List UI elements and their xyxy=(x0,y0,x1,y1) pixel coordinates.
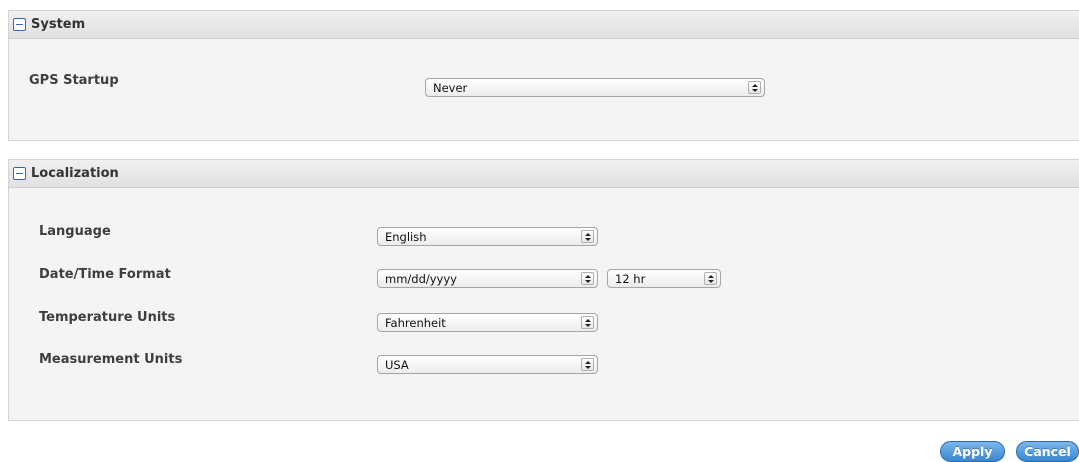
localization-panel-header[interactable]: Localization xyxy=(9,160,1079,188)
cancel-button[interactable]: Cancel xyxy=(1016,441,1079,462)
measurement-units-select[interactable]: USA xyxy=(377,355,598,374)
measurement-units-value: USA xyxy=(385,358,409,372)
temperature-units-select[interactable]: Fahrenheit xyxy=(377,313,598,332)
collapse-minus-icon[interactable] xyxy=(13,167,26,180)
up-down-arrows-icon xyxy=(748,81,761,94)
localization-panel-title: Localization xyxy=(31,166,119,181)
system-panel-header[interactable]: System xyxy=(9,11,1079,39)
date-format-value: mm/dd/yyyy xyxy=(385,272,457,286)
time-format-select[interactable]: 12 hr xyxy=(607,269,721,288)
gps-startup-value: Never xyxy=(433,81,468,95)
temperature-units-label: Temperature Units xyxy=(39,310,176,325)
gps-startup-label: GPS Startup xyxy=(29,73,119,88)
system-panel-title: System xyxy=(31,17,86,32)
date-time-format-label: Date/Time Format xyxy=(39,267,171,282)
measurement-units-label: Measurement Units xyxy=(39,352,183,367)
up-down-arrows-icon xyxy=(581,272,594,285)
up-down-arrows-icon xyxy=(581,230,594,243)
temperature-units-value: Fahrenheit xyxy=(385,316,446,330)
date-format-select[interactable]: mm/dd/yyyy xyxy=(377,269,598,288)
system-panel: System xyxy=(8,10,1079,141)
up-down-arrows-icon xyxy=(581,316,594,329)
up-down-arrows-icon xyxy=(581,358,594,371)
gps-startup-select[interactable]: Never xyxy=(425,78,765,97)
language-value: English xyxy=(385,230,427,244)
time-format-value: 12 hr xyxy=(615,272,646,286)
collapse-minus-icon[interactable] xyxy=(13,18,26,31)
up-down-arrows-icon xyxy=(704,272,717,285)
apply-button[interactable]: Apply xyxy=(940,441,1005,462)
language-label: Language xyxy=(39,224,111,239)
language-select[interactable]: English xyxy=(377,227,598,246)
localization-panel: Localization xyxy=(8,159,1079,421)
